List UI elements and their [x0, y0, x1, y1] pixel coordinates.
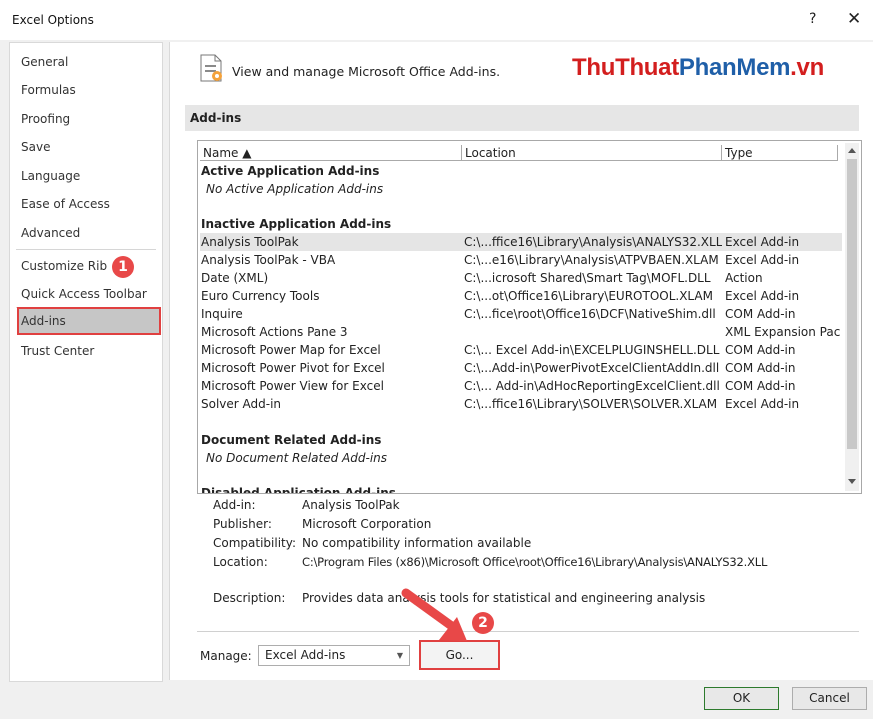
compatibility-value: No compatibility information available — [302, 536, 532, 550]
sidebar-item-general[interactable]: General — [21, 51, 68, 73]
empty-note: No Document Related Add-ins — [206, 451, 388, 465]
column-header-name[interactable]: Name ▲ — [200, 145, 462, 161]
table-row[interactable]: Analysis ToolPak C:\...ffice16\Library\A… — [200, 233, 842, 251]
sidebar-item-language[interactable]: Language — [21, 165, 80, 187]
sidebar-item-formulas[interactable]: Formulas — [21, 79, 76, 101]
detail-label: Compatibility: — [213, 536, 297, 550]
list-scrollbar[interactable] — [845, 143, 859, 491]
sidebar-item-save[interactable]: Save — [21, 136, 50, 158]
watermark-logo: ThuThuatPhanMem.vn — [572, 54, 824, 81]
callout-badge-2: 2 — [472, 612, 494, 634]
group-header: Disabled Application Add-ins — [201, 486, 396, 494]
scroll-up-icon[interactable] — [848, 147, 856, 153]
table-row[interactable]: Euro Currency Tools C:\...ot\Office16\Li… — [200, 287, 842, 305]
callout-badge-1: 1 — [112, 256, 134, 278]
location-value: C:\Program Files (x86)\Microsoft Office\… — [302, 555, 768, 569]
manage-dropdown-value: Excel Add-ins — [265, 648, 346, 662]
detail-label: Description: — [213, 591, 286, 605]
detail-label: Add-in: — [213, 498, 256, 512]
manage-label: Manage: — [200, 649, 252, 663]
publisher-value: Microsoft Corporation — [302, 517, 432, 531]
divider — [197, 631, 859, 632]
table-row[interactable]: Microsoft Actions Pane 3 XML Expansion P… — [200, 323, 842, 341]
sidebar-item-quick-access-toolbar[interactable]: Quick Access Toolbar — [21, 283, 147, 305]
sidebar: General Formulas Proofing Save Language … — [9, 42, 163, 682]
scroll-down-icon[interactable] — [848, 479, 856, 485]
column-header-location[interactable]: Location — [462, 145, 722, 161]
scrollbar-thumb[interactable] — [847, 159, 857, 449]
detail-label: Publisher: — [213, 517, 272, 531]
table-row[interactable]: Solver Add-in C:\...ffice16\Library\SOLV… — [200, 395, 842, 413]
empty-note: No Active Application Add-ins — [206, 182, 384, 196]
sidebar-item-proofing[interactable]: Proofing — [21, 108, 70, 130]
group-header: Inactive Application Add-ins — [201, 217, 392, 231]
detail-label: Location: — [213, 555, 268, 569]
page-heading: View and manage Microsoft Office Add-ins… — [232, 64, 501, 79]
sidebar-item-trust-center[interactable]: Trust Center — [21, 340, 94, 362]
main-panel: View and manage Microsoft Office Add-ins… — [169, 42, 873, 680]
group-header: Document Related Add-ins — [201, 433, 382, 447]
addin-name-value: Analysis ToolPak — [302, 498, 400, 512]
group-header: Active Application Add-ins — [201, 164, 380, 178]
table-row[interactable]: Inquire C:\...fice\root\Office16\DCF\Nat… — [200, 305, 842, 323]
table-row[interactable]: Microsoft Power View for Excel C:\... Ad… — [200, 377, 842, 395]
sidebar-item-add-ins[interactable]: Add-ins — [21, 310, 66, 332]
addins-icon — [200, 54, 222, 82]
section-title: Add-ins — [185, 105, 859, 131]
cancel-button[interactable]: Cancel — [792, 687, 867, 710]
sidebar-divider — [16, 249, 156, 250]
table-row[interactable]: Date (XML) C:\...icrosoft Shared\Smart T… — [200, 269, 842, 287]
table-row[interactable]: Microsoft Power Pivot for Excel C:\...Ad… — [200, 359, 842, 377]
title-bar: Excel Options ? ✕ — [0, 0, 873, 40]
help-icon[interactable]: ? — [809, 11, 816, 27]
sidebar-item-ease-of-access[interactable]: Ease of Access — [21, 193, 110, 215]
window-title: Excel Options — [12, 13, 94, 27]
sidebar-item-customize-ribbon[interactable]: Customize Rib — [21, 255, 107, 277]
manage-dropdown[interactable]: Excel Add-ins ▼ — [258, 645, 410, 666]
table-row[interactable]: Microsoft Power Map for Excel C:\... Exc… — [200, 341, 842, 359]
table-row[interactable]: Analysis ToolPak - VBA C:\...e16\Library… — [200, 251, 842, 269]
addins-list[interactable]: Name ▲ Location Type Active Application … — [197, 140, 862, 494]
ok-button[interactable]: OK — [704, 687, 779, 710]
close-icon[interactable]: ✕ — [847, 9, 861, 29]
column-header-type[interactable]: Type — [722, 145, 838, 161]
sidebar-item-advanced[interactable]: Advanced — [21, 222, 80, 244]
description-value: Provides data analysis tools for statist… — [302, 591, 706, 605]
